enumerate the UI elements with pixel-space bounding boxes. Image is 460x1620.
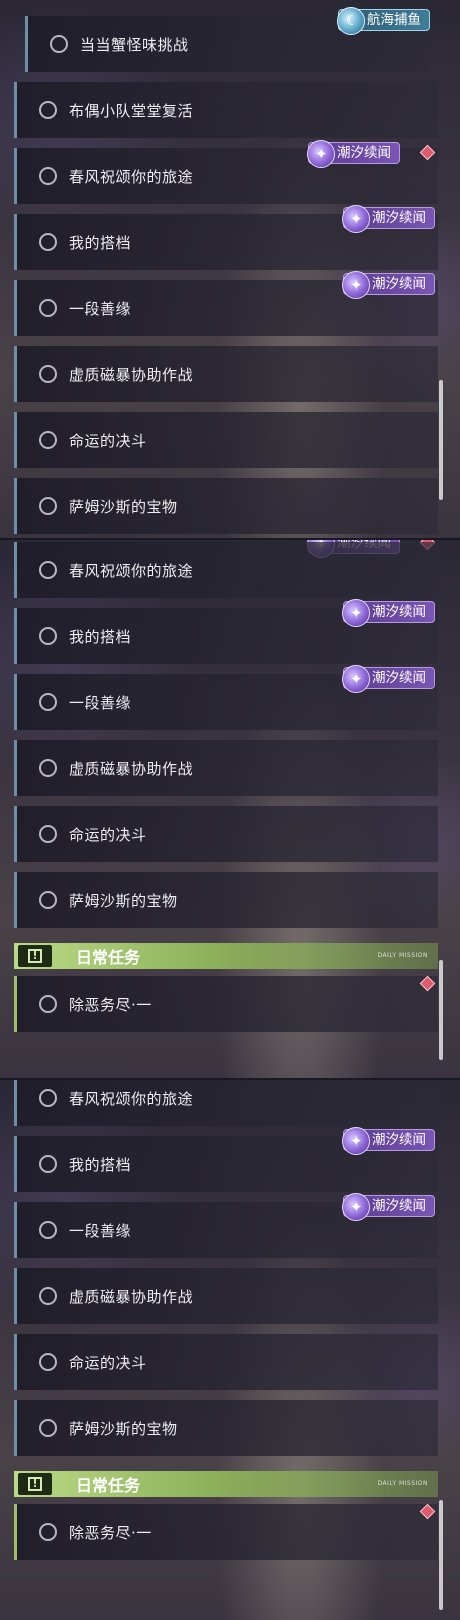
quest-status-circle-icon	[39, 431, 57, 449]
tide-story-tag: 潮汐续闻	[342, 599, 435, 627]
quest-title: 命运的决斗	[69, 1353, 147, 1372]
quest-status-circle-icon	[39, 561, 57, 579]
daily-section-header[interactable]: ! 日常任务 DAILY MISSION	[14, 943, 438, 969]
quest-title: 除恶务尽·一	[69, 1523, 152, 1542]
quest-status-circle-icon	[39, 497, 57, 515]
quest-list-screen-1: 当当蟹怪味挑战 航海捕鱼 布偶小队堂堂复活 春风祝颂你的旅途 潮汐续闻 我的搭档…	[0, 0, 460, 538]
quest-title: 虚质磁暴协助作战	[69, 365, 194, 384]
scrollbar-thumb[interactable]	[439, 960, 443, 1060]
daily-section-header[interactable]: ! 日常任务 DAILY MISSION	[14, 1471, 438, 1497]
tide-story-tag: 潮汐续闻	[342, 271, 435, 299]
quest-title: 春风祝颂你的旅途	[69, 561, 194, 580]
quest-title: 春风祝颂你的旅途	[69, 1089, 194, 1108]
quest-title: 我的搭档	[69, 627, 132, 646]
quest-status-circle-icon	[39, 1523, 57, 1541]
quest-item[interactable]: 虚质磁暴协助作战	[14, 346, 438, 402]
section-decoration-text: DAILY MISSION	[377, 1480, 428, 1487]
quest-status-circle-icon	[39, 1221, 57, 1239]
quest-title: 萨姆沙斯的宝物	[69, 497, 178, 516]
quest-status-circle-icon	[39, 759, 57, 777]
quest-status-circle-icon	[39, 101, 57, 119]
quest-title: 萨姆沙斯的宝物	[69, 891, 178, 910]
quest-title: 虚质磁暴协助作战	[69, 759, 194, 778]
quest-title: 命运的决斗	[69, 825, 147, 844]
quest-item[interactable]: 命运的决斗	[14, 412, 438, 468]
moon-wave-icon	[337, 7, 365, 35]
quest-status-circle-icon	[39, 995, 57, 1013]
tide-story-tag: 潮汐续闻	[342, 665, 435, 693]
exclamation-icon: !	[18, 1473, 52, 1495]
quest-title: 除恶务尽·一	[69, 995, 152, 1014]
quest-item[interactable]: 布偶小队堂堂复活	[14, 82, 438, 138]
quest-status-circle-icon	[39, 299, 57, 317]
quest-title: 我的搭档	[69, 233, 132, 252]
tide-story-tag: 潮汐续闻	[342, 1193, 435, 1221]
quest-title: 一段善缘	[69, 693, 132, 712]
scrollbar-track[interactable]	[439, 960, 443, 1060]
quest-item[interactable]: 春风祝颂你的旅途	[14, 1080, 438, 1126]
quest-item[interactable]: 命运的决斗	[14, 1334, 438, 1390]
tide-star-icon	[342, 599, 370, 627]
scrollbar-thumb[interactable]	[439, 380, 443, 500]
section-decoration-text: DAILY MISSION	[377, 952, 428, 959]
quest-item[interactable]: 虚质磁暴协助作战	[14, 740, 438, 796]
tide-star-icon	[342, 1193, 370, 1221]
quest-status-circle-icon	[39, 233, 57, 251]
quest-title: 虚质磁暴协助作战	[69, 1287, 194, 1306]
quest-title: 布偶小队堂堂复活	[69, 101, 194, 120]
tide-star-icon	[342, 1127, 370, 1155]
quest-item[interactable]: 除恶务尽·一	[14, 976, 438, 1032]
quest-list-screen-2: 潮汐续闻 春风祝颂你的旅途 我的搭档 潮汐续闻 一段善缘 潮汐续闻 虚质磁暴协助…	[0, 538, 460, 1078]
quest-status-circle-icon	[39, 891, 57, 909]
sea-fishing-tag: 航海捕鱼	[337, 7, 430, 35]
quest-status-circle-icon	[50, 35, 68, 53]
quest-status-circle-icon	[39, 1089, 57, 1107]
scrollbar-track[interactable]	[439, 380, 443, 500]
tide-star-icon	[342, 271, 370, 299]
section-title: 日常任务	[76, 948, 141, 967]
quest-status-circle-icon	[39, 1155, 57, 1173]
quest-status-circle-icon	[39, 1287, 57, 1305]
quest-title: 我的搭档	[69, 1155, 132, 1174]
tide-story-tag: 潮汐续闻	[342, 1127, 435, 1155]
tide-star-icon	[307, 140, 335, 168]
quest-item[interactable]: 虚质磁暴协助作战	[14, 1268, 438, 1324]
tide-story-tag: 潮汐续闻	[342, 205, 435, 233]
quest-title: 命运的决斗	[69, 431, 147, 450]
quest-item[interactable]: 除恶务尽·一	[14, 1504, 438, 1560]
scrollbar-track[interactable]	[439, 1500, 443, 1610]
tide-star-icon	[342, 665, 370, 693]
quest-item[interactable]: 春风祝颂你的旅途	[14, 542, 438, 598]
quest-title: 萨姆沙斯的宝物	[69, 1419, 178, 1438]
tide-story-tag: 潮汐续闻	[307, 140, 400, 168]
quest-status-circle-icon	[39, 627, 57, 645]
quest-item[interactable]: 萨姆沙斯的宝物	[14, 1400, 438, 1456]
quest-status-circle-icon	[39, 1353, 57, 1371]
quest-item[interactable]: 萨姆沙斯的宝物	[14, 478, 438, 534]
quest-status-circle-icon	[39, 365, 57, 383]
scrollbar-thumb[interactable]	[439, 1500, 443, 1610]
quest-title: 春风祝颂你的旅途	[69, 167, 194, 186]
tide-star-icon	[342, 205, 370, 233]
quest-item[interactable]: 萨姆沙斯的宝物	[14, 872, 438, 928]
section-title: 日常任务	[76, 1476, 141, 1495]
quest-status-circle-icon	[39, 825, 57, 843]
quest-status-circle-icon	[39, 1419, 57, 1437]
quest-title: 一段善缘	[69, 1221, 132, 1240]
quest-item[interactable]: 命运的决斗	[14, 806, 438, 862]
quest-status-circle-icon	[39, 693, 57, 711]
quest-list-screen-3: 春风祝颂你的旅途 我的搭档 潮汐续闻 一段善缘 潮汐续闻 虚质磁暴协助作战 命运…	[0, 1078, 460, 1620]
quest-title: 一段善缘	[69, 299, 132, 318]
exclamation-icon: !	[18, 945, 52, 967]
quest-status-circle-icon	[39, 167, 57, 185]
quest-title: 当当蟹怪味挑战	[80, 35, 189, 54]
